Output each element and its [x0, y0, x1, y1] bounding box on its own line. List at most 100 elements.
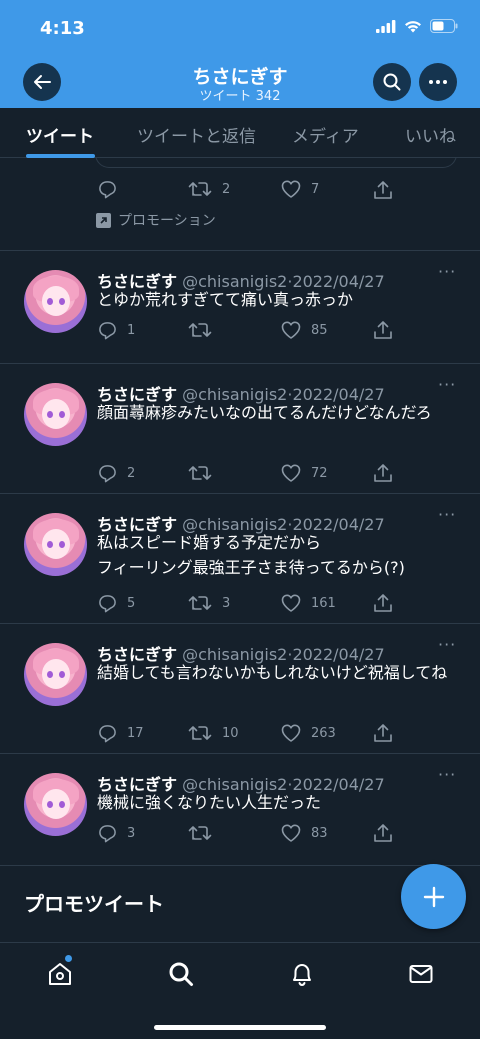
promoted-tweets-heading: プロモツイート	[24, 892, 164, 916]
avatar[interactable]	[24, 383, 87, 446]
promo-media-card[interactable]	[95, 158, 457, 168]
tweet-item[interactable]: ちさにぎす @chisanigis2·2022/04/27 ··· 機械に強くな…	[0, 754, 480, 866]
reply-icon	[99, 181, 116, 199]
like-count: 85	[311, 322, 328, 338]
like-count: 7	[311, 181, 320, 197]
reply-count: 3	[127, 826, 136, 841]
retweet-count: 2	[222, 181, 231, 197]
like-button[interactable]: 7	[281, 180, 319, 198]
timeline[interactable]: 2 7 プロモーション ちさにぎす @chisanigis2·2022/04/2…	[0, 158, 480, 942]
like-count: 83	[311, 825, 328, 841]
promotion-label: プロモーション	[96, 210, 216, 230]
nav-home[interactable]	[45, 959, 75, 989]
nav-notifications[interactable]	[287, 959, 317, 989]
divider	[0, 865, 480, 866]
like-button[interactable]: 85	[281, 321, 328, 339]
reply-button[interactable]: 3	[98, 824, 135, 843]
nav-explore[interactable]	[166, 959, 196, 989]
share-icon	[374, 181, 392, 199]
reply-button[interactable]	[98, 180, 127, 199]
like-count: 72	[311, 465, 328, 481]
share-icon	[374, 824, 392, 842]
avatar[interactable]	[24, 643, 87, 706]
reply-icon	[99, 725, 116, 743]
tweet-item[interactable]: ちさにぎす @chisanigis2·2022/04/27 ··· とゆか荒れす…	[0, 251, 480, 364]
share-button[interactable]	[373, 463, 393, 483]
nav-messages[interactable]	[406, 959, 436, 989]
search-button[interactable]	[373, 63, 411, 101]
tweet-more-button[interactable]: ···	[438, 765, 456, 784]
battery-icon	[430, 19, 458, 33]
share-icon	[374, 724, 392, 742]
tweet-text: とゆか荒れすぎてて痛い真っ赤っか	[97, 290, 354, 309]
avatar[interactable]	[24, 270, 87, 333]
retweet-button[interactable]	[188, 824, 222, 842]
like-button[interactable]: 72	[281, 464, 328, 482]
like-button[interactable]: 83	[281, 824, 328, 842]
share-icon	[374, 594, 392, 612]
tweet-text: 結婚しても言わないかもしれないけど祝福してね	[97, 663, 448, 682]
tweet-item[interactable]: ちさにぎす @chisanigis2·2022/04/27 ··· 顔面蕁麻疹み…	[0, 364, 480, 494]
retweet-button[interactable]: 10	[188, 724, 239, 742]
heart-icon	[281, 594, 301, 612]
reply-button[interactable]: 17	[98, 724, 144, 743]
share-icon	[374, 321, 392, 339]
tab-media[interactable]: メディア	[292, 122, 359, 147]
like-button[interactable]: 263	[281, 724, 336, 742]
share-icon	[374, 464, 392, 482]
share-button[interactable]	[373, 723, 393, 743]
tab-tweets-and-replies[interactable]: ツイートと返信	[137, 122, 256, 147]
tweet-item[interactable]: ちさにぎす @chisanigis2·2022/04/27 ··· 私はスピード…	[0, 494, 480, 624]
mail-icon	[409, 965, 433, 983]
retweet-button[interactable]: 2	[188, 180, 230, 198]
reply-button[interactable]: 1	[98, 321, 135, 340]
retweet-count: 3	[222, 595, 231, 611]
status-time: 4:13	[40, 18, 85, 39]
like-button[interactable]: 161	[281, 594, 336, 612]
retweet-icon	[188, 826, 212, 840]
retweet-button[interactable]	[188, 321, 222, 339]
share-button[interactable]	[373, 320, 393, 340]
like-count: 263	[311, 725, 336, 741]
tweet-text: 私はスピード婚する予定だから フィーリング最強王子さま待ってるから(?)	[97, 533, 405, 577]
share-button[interactable]	[373, 593, 393, 613]
reply-count: 5	[127, 596, 136, 611]
profile-tabs: ツイート ツイートと返信 メディア いいね	[0, 108, 480, 158]
home-icon	[49, 963, 71, 985]
share-button[interactable]	[373, 823, 393, 843]
retweet-button[interactable]	[188, 464, 222, 482]
avatar[interactable]	[24, 773, 87, 836]
tweet-more-button[interactable]: ···	[438, 505, 456, 524]
heart-icon	[281, 724, 301, 742]
profile-header: 4:13 ちさにぎす ツイート 342	[0, 0, 480, 108]
retweet-icon	[188, 726, 212, 740]
tab-likes[interactable]: いいね	[405, 122, 456, 147]
reply-icon	[99, 322, 116, 340]
plus-icon	[423, 886, 444, 907]
home-indicator	[154, 1025, 326, 1030]
tweet-item[interactable]: ちさにぎす @chisanigis2·2022/04/27 ··· 結婚しても言…	[0, 624, 480, 754]
reply-icon	[99, 595, 116, 613]
reply-button[interactable]: 5	[98, 594, 135, 613]
retweet-icon	[188, 182, 212, 196]
signal-icon	[376, 19, 396, 33]
tweet-more-button[interactable]: ···	[438, 262, 456, 281]
tab-tweets[interactable]: ツイート	[26, 122, 94, 147]
avatar[interactable]	[24, 513, 87, 576]
reply-button[interactable]: 2	[98, 464, 135, 483]
tweet-more-button[interactable]: ···	[438, 635, 456, 654]
heart-icon	[281, 824, 301, 842]
tweet-more-button[interactable]: ···	[438, 375, 456, 394]
search-icon	[383, 73, 401, 91]
tweet-text: 機械に強くなりたい人生だった	[97, 793, 322, 812]
bottom-navigation	[0, 942, 480, 1039]
more-options-button[interactable]	[419, 63, 457, 101]
ellipsis-icon	[429, 80, 447, 84]
heart-icon	[281, 464, 301, 482]
compose-tweet-button[interactable]	[401, 864, 466, 929]
retweet-icon	[188, 466, 212, 480]
retweet-button[interactable]: 3	[188, 594, 230, 612]
share-button[interactable]	[373, 180, 393, 200]
reply-count: 2	[127, 466, 136, 481]
search-icon	[169, 962, 193, 986]
